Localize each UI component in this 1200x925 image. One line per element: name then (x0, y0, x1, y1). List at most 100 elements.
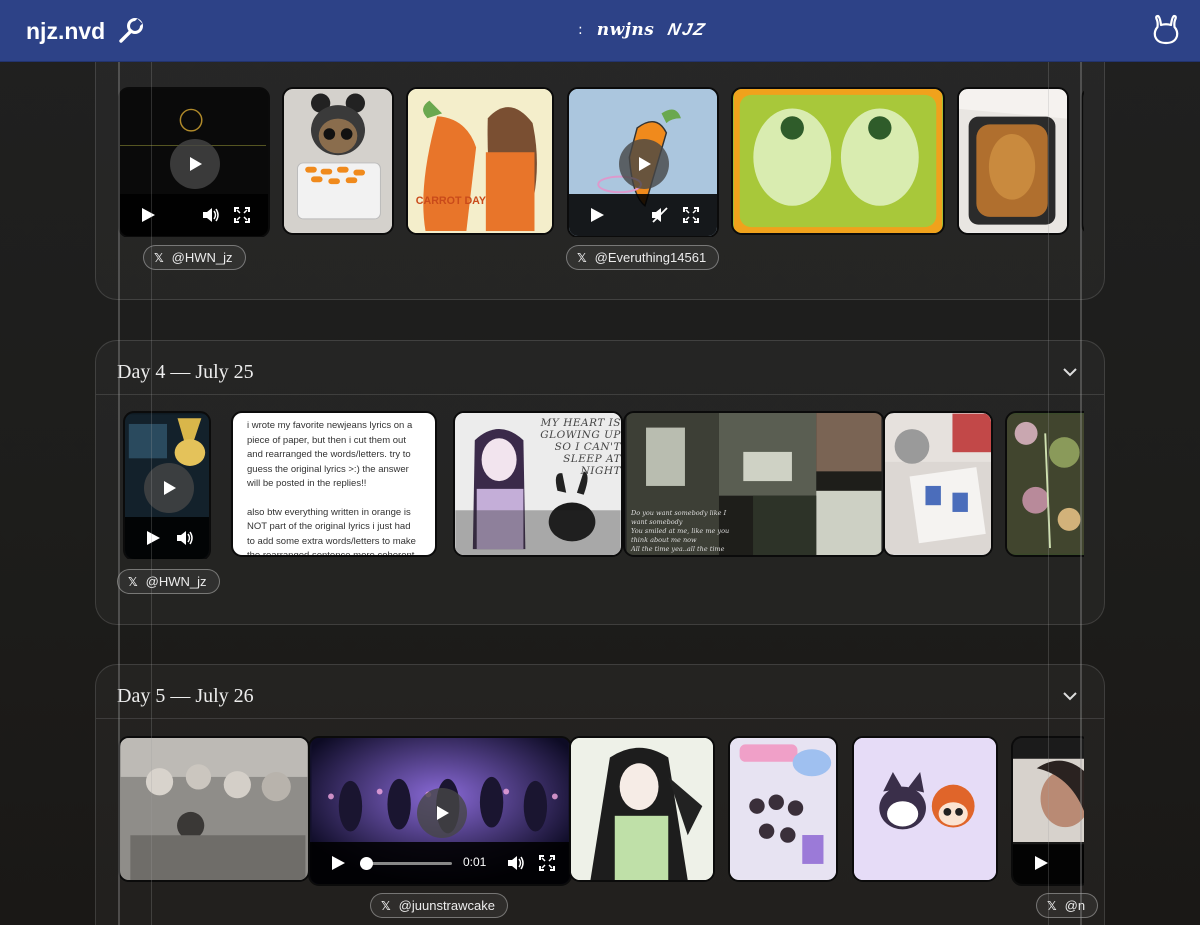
day-card: CARROT DAY 𝕏 @HWN_jz 𝕏 @Everuthing14561 (95, 30, 1105, 300)
chevron-down-icon[interactable] (1062, 364, 1078, 380)
image-tile[interactable] (731, 87, 945, 235)
video-time: 0:01 (463, 855, 487, 869)
handle: @n (1064, 898, 1086, 913)
collage-lyrics: Do you want somebody like I want somebod… (631, 509, 729, 554)
artwork-green-collage (733, 89, 943, 233)
video-scrub-handle[interactable] (360, 857, 373, 870)
video-progress-bar[interactable] (360, 857, 452, 870)
bunny-icon[interactable] (1150, 14, 1182, 46)
artwork-anime-girl-green (571, 738, 713, 880)
brand[interactable]: njz.nvd (26, 16, 145, 46)
media-strip[interactable]: i wrote my favorite newjeans lyrics on a… (118, 411, 1084, 559)
day-title: Day 5 — July 26 (117, 685, 254, 707)
twitter-credit-tag[interactable]: 𝕏 @juunstrawcake (370, 893, 508, 918)
image-tile[interactable]: Do you want somebody like I want somebod… (623, 411, 885, 557)
video-tile[interactable] (118, 87, 270, 237)
image-tile[interactable] (957, 87, 1069, 235)
video-controls (125, 517, 209, 559)
nwjns-logo: nwjns (596, 20, 655, 40)
guide-line (1080, 62, 1082, 925)
artwork-magazine-cover (730, 738, 836, 880)
image-tile[interactable] (852, 736, 998, 882)
njz-logo: NJZ (666, 20, 709, 39)
lyric-line: You smiled at me, like me you (631, 527, 730, 535)
brand-title: njz.nvd (26, 17, 106, 44)
day-card: Day 4 — July 25 i wrote my favorite newj… (95, 340, 1105, 625)
image-tile[interactable] (1005, 411, 1084, 557)
photo-record-player (885, 413, 991, 555)
play-icon (164, 481, 176, 495)
play-icon[interactable] (140, 207, 156, 223)
chevron-down-icon[interactable] (1062, 688, 1078, 704)
twitter-credit-tag[interactable]: 𝕏 @n (1036, 893, 1099, 918)
play-icon[interactable] (589, 207, 605, 223)
group-logos: : nwjns NJZ (578, 20, 709, 40)
image-tile[interactable] (282, 87, 394, 235)
video-controls: 0:01 (310, 842, 570, 884)
day-title: Day 4 — July 25 (117, 361, 254, 383)
handle: @HWN_jz (171, 250, 233, 265)
guide-line (151, 62, 152, 925)
post-paragraph: i wrote my favorite newjeans lyrics on a… (247, 420, 413, 489)
lyric-line: All the time yea..all the time (631, 545, 725, 553)
day-header[interactable]: Day 4 — July 25 (96, 341, 1104, 395)
video-controls (569, 194, 717, 236)
play-overlay-button[interactable] (619, 139, 669, 189)
play-overlay-button[interactable] (417, 788, 467, 838)
image-tile[interactable] (118, 736, 310, 882)
muted-icon[interactable] (651, 207, 669, 223)
media-strip[interactable]: CARROT DAY (118, 87, 1084, 237)
fullscreen-icon[interactable] (683, 207, 699, 223)
carrot-day-label: CARROT DAY (416, 195, 486, 207)
lyric-line: think about me now (631, 536, 697, 544)
day-card: Day 5 — July 26 0:01 𝕏 @juunstrawcake 𝕏 … (95, 664, 1105, 925)
lyric-line: want somebody (631, 518, 683, 526)
fullscreen-icon[interactable] (539, 855, 555, 871)
volume-icon[interactable] (507, 855, 525, 871)
illustration-carrot-day: CARROT DAY (408, 89, 552, 233)
handle: @HWN_jz (145, 574, 207, 589)
handle: @juunstrawcake (398, 898, 495, 913)
x-logo-icon: 𝕏 (577, 250, 587, 265)
logo-separator: : (578, 22, 583, 38)
photo-group-bw (120, 738, 308, 880)
volume-icon[interactable] (176, 530, 194, 546)
play-overlay-button[interactable] (170, 139, 220, 189)
top-navbar: njz.nvd : nwjns NJZ (0, 0, 1200, 62)
image-tile[interactable] (883, 411, 993, 557)
photo-bread-loaf (959, 89, 1067, 233)
image-tile[interactable] (569, 736, 715, 882)
twitter-credit-tag[interactable]: 𝕏 @Everuthing14561 (566, 245, 720, 270)
x-logo-icon: 𝕏 (128, 574, 138, 589)
text-post-tile[interactable]: i wrote my favorite newjeans lyrics on a… (231, 411, 437, 557)
play-icon (639, 157, 651, 171)
play-icon (190, 157, 202, 171)
play-icon[interactable] (1033, 855, 1049, 871)
guide-line (1048, 62, 1049, 925)
video-tile[interactable]: 0:01 (308, 736, 572, 886)
image-tile[interactable]: MY HEART IS GLOWING UP SO I CAN'T SLEEP … (453, 411, 623, 557)
volume-icon[interactable] (202, 207, 220, 223)
handle: @Everuthing14561 (594, 250, 707, 265)
x-logo-icon: 𝕏 (381, 898, 391, 913)
play-icon[interactable] (145, 530, 161, 546)
video-tile[interactable] (567, 87, 719, 237)
artwork-garden-collage (1007, 414, 1084, 554)
play-icon[interactable] (330, 855, 346, 871)
artwork-kuromi-powerpuff (854, 738, 996, 880)
twitter-credit-tag[interactable]: 𝕏 @HWN_jz (143, 245, 246, 270)
guide-line (118, 62, 120, 925)
media-strip[interactable]: 0:01 (118, 736, 1084, 888)
image-tile[interactable]: CARROT DAY (406, 87, 554, 235)
play-icon (437, 806, 449, 820)
video-tile[interactable] (123, 411, 211, 559)
x-logo-icon: 𝕏 (154, 250, 164, 265)
photo-doll-carrots (284, 89, 392, 233)
image-tile[interactable] (728, 736, 838, 882)
art-caption: MY HEART IS GLOWING UP SO I CAN'T SLEEP … (540, 417, 621, 477)
wrench-icon (119, 18, 144, 43)
fullscreen-icon[interactable] (234, 207, 250, 223)
day-header[interactable]: Day 5 — July 26 (96, 665, 1104, 719)
video-controls (120, 194, 268, 236)
twitter-credit-tag[interactable]: 𝕏 @HWN_jz (117, 569, 220, 594)
